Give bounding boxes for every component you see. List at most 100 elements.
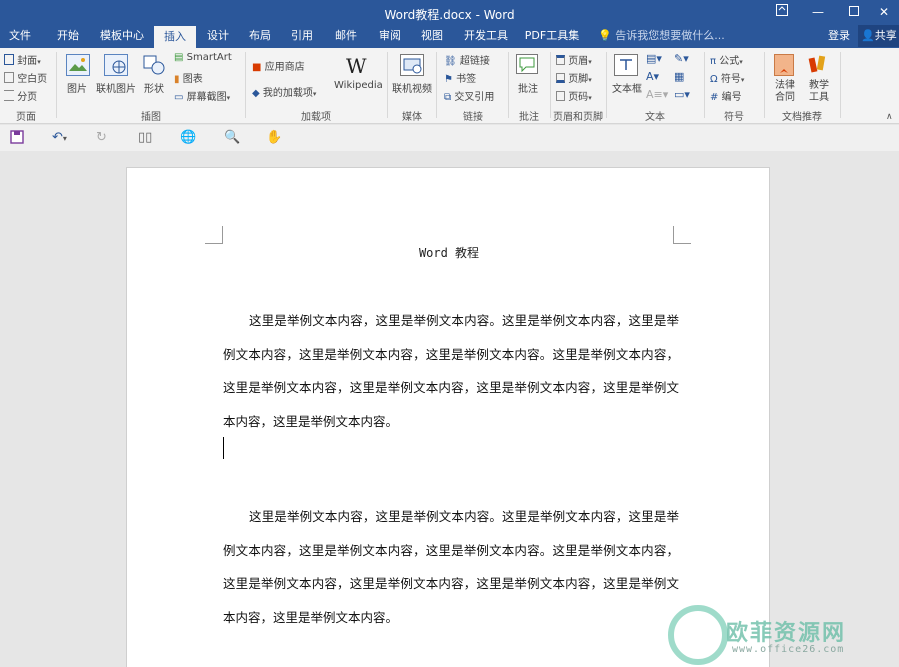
- textbox-button[interactable]: 文本框: [612, 80, 642, 95]
- share-button[interactable]: 👤共享: [858, 25, 899, 47]
- print-preview-icon[interactable]: 🔍: [224, 130, 240, 146]
- online-picture-button[interactable]: 联机图片: [96, 80, 136, 95]
- read-mode-icon[interactable]: ▯▯: [138, 130, 152, 146]
- chart-button[interactable]: ▮ 图表: [174, 70, 203, 85]
- cover-page-button[interactable]: 封面▾: [4, 52, 41, 67]
- minimize-button[interactable]: —: [800, 2, 836, 22]
- wikipedia-button[interactable]: Wikipedia: [334, 80, 383, 91]
- tab-references[interactable]: 引用: [284, 24, 320, 48]
- ribbon-display-options-button[interactable]: [764, 2, 800, 22]
- picture-icon[interactable]: [66, 54, 90, 76]
- tab-home[interactable]: 开始: [48, 24, 88, 48]
- close-button[interactable]: ✕: [866, 2, 899, 22]
- shapes-icon[interactable]: [142, 54, 166, 79]
- chevron-down-icon: ▾: [739, 58, 743, 66]
- collapse-ribbon-icon[interactable]: ∧: [886, 112, 893, 122]
- numbering-button[interactable]: # 编号: [710, 88, 742, 103]
- online-video-icon[interactable]: [400, 54, 424, 76]
- group-header-footer-label: 页眉和页脚: [553, 112, 603, 123]
- ribbon-options-icon: [776, 4, 788, 16]
- smartart-label: SmartArt: [186, 52, 232, 63]
- smartart-icon: ▤: [174, 52, 184, 63]
- my-addins-label: 我的加载项: [262, 88, 313, 99]
- equation-button[interactable]: π 公式▾: [710, 52, 743, 67]
- wordart-icon[interactable]: A▾: [646, 70, 659, 83]
- redo-icon[interactable]: ↻: [96, 130, 107, 146]
- tab-file[interactable]: 文件: [0, 24, 40, 48]
- shapes-button[interactable]: 形状: [144, 80, 164, 95]
- my-addins-icon: ◆: [252, 88, 260, 99]
- bookmark-button[interactable]: ⚑ 书签: [444, 70, 476, 85]
- tab-mailings[interactable]: 邮件: [328, 24, 364, 48]
- header-button[interactable]: 页眉▾: [556, 52, 592, 67]
- tab-view[interactable]: 视图: [414, 24, 450, 48]
- legal-contract-icon[interactable]: [774, 54, 794, 76]
- body-paragraph[interactable]: 这里是举例文本内容，这里是举例文本内容。这里是举例文本内容，这里是举例文本内容，…: [223, 500, 679, 634]
- group-symbols-label: 符号: [724, 112, 744, 123]
- comment-button[interactable]: 批注: [518, 80, 538, 95]
- page-number-label: 页码: [568, 92, 589, 103]
- blank-page-button[interactable]: 空白页: [4, 70, 47, 85]
- lightbulb-icon: 💡: [598, 29, 612, 42]
- group-links-label: 链接: [463, 112, 483, 123]
- legal-contract-button[interactable]: 法律合同: [774, 80, 796, 104]
- footer-button[interactable]: 页脚▾: [556, 70, 592, 85]
- online-video-button[interactable]: 联机视频: [392, 80, 432, 95]
- document-heading[interactable]: Word 教程: [127, 244, 771, 261]
- date-time-icon[interactable]: ▦: [674, 70, 684, 83]
- cross-reference-button[interactable]: ⧉ 交叉引用: [444, 88, 494, 103]
- tell-me-placeholder: 告诉我您想要做什么...: [615, 29, 725, 42]
- maximize-icon: [849, 6, 859, 16]
- comment-icon[interactable]: [516, 54, 538, 74]
- close-icon: ✕: [878, 5, 890, 19]
- tab-layout[interactable]: 布局: [242, 24, 278, 48]
- watermark-logo-icon: [668, 605, 728, 665]
- blank-page-label: 空白页: [17, 74, 48, 85]
- equation-label: 公式: [719, 56, 740, 67]
- page-break-button[interactable]: 分页: [4, 88, 37, 103]
- drop-cap-icon[interactable]: A≡▾: [646, 88, 668, 101]
- page-number-button[interactable]: 页码▾: [556, 88, 592, 103]
- symbol-button[interactable]: Ω 符号▾: [710, 70, 744, 85]
- tab-review[interactable]: 审阅: [372, 24, 408, 48]
- undo-icon[interactable]: ↶▾: [52, 130, 67, 146]
- group-separator: [704, 52, 705, 118]
- picture-button[interactable]: 图片: [67, 80, 87, 95]
- tab-template-center[interactable]: 模板中心: [94, 24, 150, 48]
- watermark-url: www.office26.com: [732, 644, 845, 655]
- number-label: 编号: [721, 92, 742, 103]
- cross-reference-icon: ⧉: [444, 92, 452, 103]
- tell-me-search[interactable]: 💡 告诉我您想要做什么...: [598, 24, 725, 48]
- tab-insert[interactable]: 插入: [154, 26, 196, 48]
- chevron-down-icon: ▾: [740, 76, 745, 84]
- save-icon[interactable]: [10, 130, 24, 146]
- hyperlink-button[interactable]: ⛓ 超链接: [444, 52, 490, 67]
- group-separator: [436, 52, 437, 118]
- bookmark-label: 书签: [456, 74, 477, 85]
- smartart-button[interactable]: ▤ SmartArt: [174, 52, 232, 63]
- object-icon[interactable]: ▭▾: [674, 88, 690, 101]
- textbox-icon[interactable]: [614, 54, 638, 76]
- touch-mode-icon[interactable]: ✋: [266, 130, 282, 146]
- group-separator: [550, 52, 551, 118]
- web-layout-icon[interactable]: 🌐: [180, 130, 196, 146]
- screenshot-button[interactable]: ▭ 屏幕截图▾: [174, 88, 230, 103]
- body-paragraph[interactable]: 这里是举例文本内容，这里是举例文本内容。这里是举例文本内容，这里是举例文本内容，…: [223, 304, 679, 438]
- teaching-tools-icon[interactable]: [808, 54, 830, 76]
- teaching-tools-button[interactable]: 教学工具: [808, 80, 830, 104]
- tab-pdf-tools[interactable]: PDF工具集: [522, 24, 582, 48]
- wikipedia-icon[interactable]: W: [346, 54, 367, 78]
- quick-parts-icon[interactable]: ▤▾: [646, 52, 662, 65]
- document-page[interactable]: Word 教程 这里是举例文本内容，这里是举例文本内容。这里是举例文本内容，这里…: [126, 167, 770, 667]
- store-button[interactable]: ■ 应用商店: [252, 58, 305, 73]
- signature-line-icon[interactable]: ✎▾: [674, 52, 689, 65]
- number-icon: #: [710, 92, 719, 103]
- login-link[interactable]: 登录: [828, 24, 850, 48]
- ribbon-tabs: 文件 开始 模板中心 插入 设计 布局 引用 邮件 审阅 视图 开发工具 PDF…: [0, 24, 899, 48]
- blank-page-icon: [4, 72, 14, 83]
- online-picture-icon[interactable]: [104, 54, 128, 76]
- ribbon: 封面▾ 空白页 分页 页面 图片 联机图片 形状 ▤ SmartArt ▮ 图表…: [0, 48, 899, 124]
- my-addins-button[interactable]: ◆ 我的加载项▾: [252, 84, 316, 99]
- tab-developer[interactable]: 开发工具: [458, 24, 514, 48]
- tab-design[interactable]: 设计: [200, 24, 236, 48]
